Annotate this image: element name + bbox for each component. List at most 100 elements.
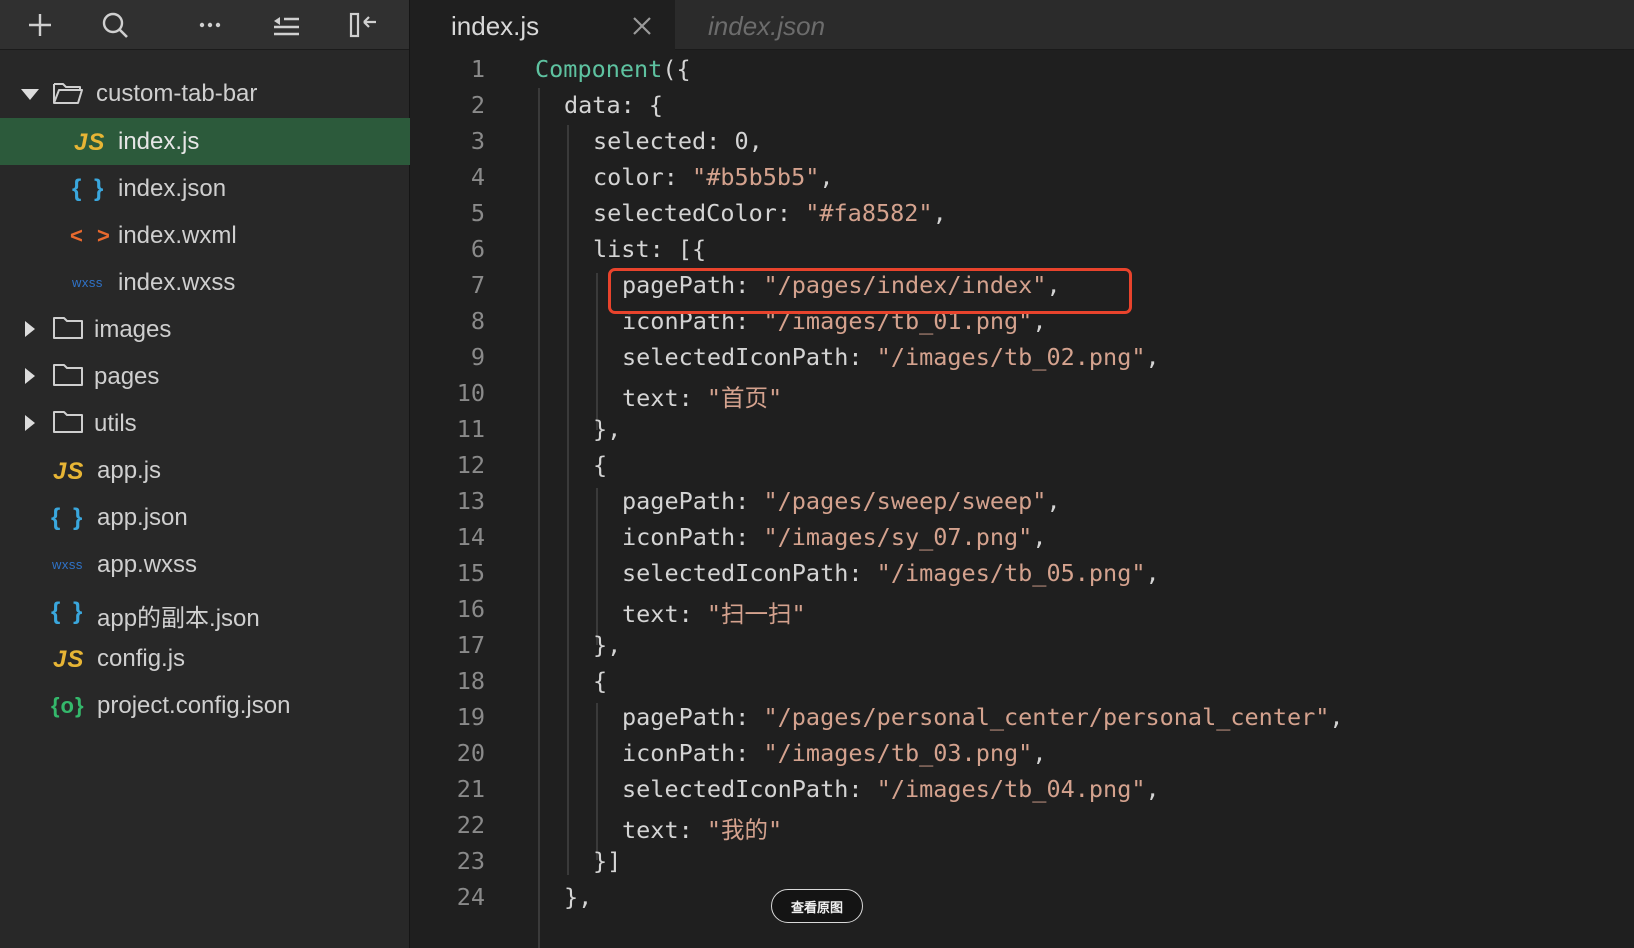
code-token: , [1145, 343, 1160, 371]
tree-file-label: app的副本.json [97, 605, 260, 632]
code-line: 15 selectedIconPath: "/images/tb_05.png"… [411, 555, 1634, 592]
code-line: 13 pagePath: "/pages/sweep/sweep", [411, 483, 1634, 520]
code-token: , [1329, 703, 1344, 731]
tab-label: index.js [451, 11, 540, 41]
code-line: 24 }, [411, 879, 1634, 916]
folder-icon [52, 362, 84, 395]
code-line: 16 text: "扫一扫" [411, 591, 1634, 628]
tree-file-label: index.json [118, 175, 227, 202]
code-token: , [1145, 775, 1160, 803]
line-number: 17 [456, 631, 485, 659]
close-icon[interactable] [631, 13, 653, 44]
line-number: 24 [456, 883, 485, 911]
tree-file-label: index.wxml [118, 222, 237, 249]
tree-folder-images[interactable]: images [0, 306, 410, 353]
line-number: 18 [456, 667, 485, 695]
code-text: text: "扫一扫" [622, 595, 806, 629]
tree-file-index-wxss[interactable]: wxss index.wxss [0, 259, 410, 306]
tab-label: index.json [708, 11, 826, 41]
tree-folder-label: images [94, 316, 172, 343]
more-icon[interactable] [185, 0, 235, 50]
code-token: , [819, 163, 834, 191]
chevron-right-icon[interactable] [25, 368, 35, 384]
code-token: , [932, 199, 947, 227]
code-token: iconPath: [622, 307, 764, 335]
tree-file-app-copy-json[interactable]: { } app的副本.json [0, 588, 410, 635]
outline-icon[interactable] [261, 0, 311, 50]
code-text: { [593, 667, 608, 695]
code-token: pagePath: [622, 271, 764, 299]
view-original-button[interactable]: 查看原图 [771, 889, 863, 923]
code-line: 8 iconPath: "/images/tb_01.png", [411, 303, 1634, 340]
code-token: "#b5b5b5" [692, 163, 820, 191]
code-line: 20 iconPath: "/images/tb_03.png", [411, 735, 1634, 772]
editor-tabbar: index.js index.json [411, 0, 1634, 50]
line-number: 11 [456, 415, 485, 443]
code-token: , [1032, 739, 1047, 767]
tree-folder-utils[interactable]: utils [0, 400, 410, 447]
tree-folder-custom-tab-bar[interactable]: custom-tab-bar [0, 71, 410, 118]
wxss-file-icon: wxss [52, 557, 83, 572]
code-line: 10 text: "首页" [411, 375, 1634, 412]
code-token: "/images/tb_02.png" [876, 343, 1146, 371]
tree-file-app-wxss[interactable]: wxss app.wxss [0, 541, 410, 588]
line-number: 16 [456, 595, 485, 623]
js-file-icon: JS [53, 646, 85, 673]
tree-file-label: app.json [97, 504, 188, 531]
tab-index-json[interactable]: index.json [676, 0, 976, 50]
chevron-right-icon[interactable] [25, 415, 35, 431]
tree-file-index-js[interactable]: JS index.js [0, 118, 410, 165]
collapse-sidebar-icon[interactable] [338, 0, 388, 50]
code-text: text: "首页" [622, 379, 782, 413]
code-text: selectedIconPath: "/images/tb_04.png", [622, 775, 1160, 803]
code-token: selectedIconPath: [622, 559, 877, 587]
tree-file-index-json[interactable]: { } index.json [0, 165, 410, 212]
tree-file-label: index.js [118, 128, 200, 155]
line-number: 7 [470, 271, 485, 299]
code-text: selectedIconPath: "/images/tb_02.png", [622, 343, 1160, 371]
tree-file-label: project.config.json [97, 692, 291, 719]
code-token: selectedIconPath: [622, 775, 877, 803]
code-line: 21 selectedIconPath: "/images/tb_04.png"… [411, 771, 1634, 808]
tree-file-config-js[interactable]: JS config.js [0, 635, 410, 682]
plus-icon[interactable] [15, 0, 65, 50]
code-text: pagePath: "/pages/index/index", [622, 271, 1061, 299]
line-number: 21 [456, 775, 485, 803]
tree-folder-pages[interactable]: pages [0, 353, 410, 400]
code-text: color: "#b5b5b5", [593, 163, 834, 191]
line-number: 9 [470, 343, 485, 371]
line-number: 3 [470, 127, 485, 155]
code-token: pagePath: [622, 487, 764, 515]
code-token: , [1032, 523, 1047, 551]
tab-index-js[interactable]: index.js [411, 0, 675, 50]
code-token: "/images/sy_07.png" [763, 523, 1033, 551]
code-line: 6 list: [{ [411, 231, 1634, 268]
tree-file-project-config-json[interactable]: {o} project.config.json [0, 682, 410, 729]
code-text: }] [593, 847, 622, 875]
code-text: selected: 0, [593, 127, 763, 155]
code-token: color: [593, 163, 693, 191]
search-icon[interactable] [90, 0, 140, 50]
code-token: "#fa8582" [805, 199, 933, 227]
code-line: 4 color: "#b5b5b5", [411, 159, 1634, 196]
line-number: 4 [470, 163, 485, 191]
line-number: 5 [470, 199, 485, 227]
tree-file-app-js[interactable]: JS app.js [0, 447, 410, 494]
line-number: 13 [456, 487, 485, 515]
file-explorer: custom-tab-bar JS index.js { } index.jso… [0, 0, 410, 948]
code-text: list: [{ [593, 235, 707, 263]
code-token: , [1046, 271, 1061, 299]
chevron-right-icon[interactable] [25, 321, 35, 337]
code-token: selectedIconPath: [622, 343, 877, 371]
tree-file-index-wxml[interactable]: < > index.wxml [0, 212, 410, 259]
code-line: 17 }, [411, 627, 1634, 664]
code-text: iconPath: "/images/sy_07.png", [622, 523, 1046, 551]
chevron-down-icon[interactable] [21, 89, 39, 100]
code-editor[interactable]: 1 Component({ 2 data: { 3 selected: 0, 4… [411, 51, 1634, 948]
line-number: 14 [456, 523, 485, 551]
code-line: 7 pagePath: "/pages/index/index", [411, 267, 1634, 304]
wxml-file-icon: < > [70, 223, 114, 248]
line-number: 22 [456, 811, 485, 839]
tree-file-app-json[interactable]: { } app.json [0, 494, 410, 541]
folder-open-icon [52, 80, 84, 113]
